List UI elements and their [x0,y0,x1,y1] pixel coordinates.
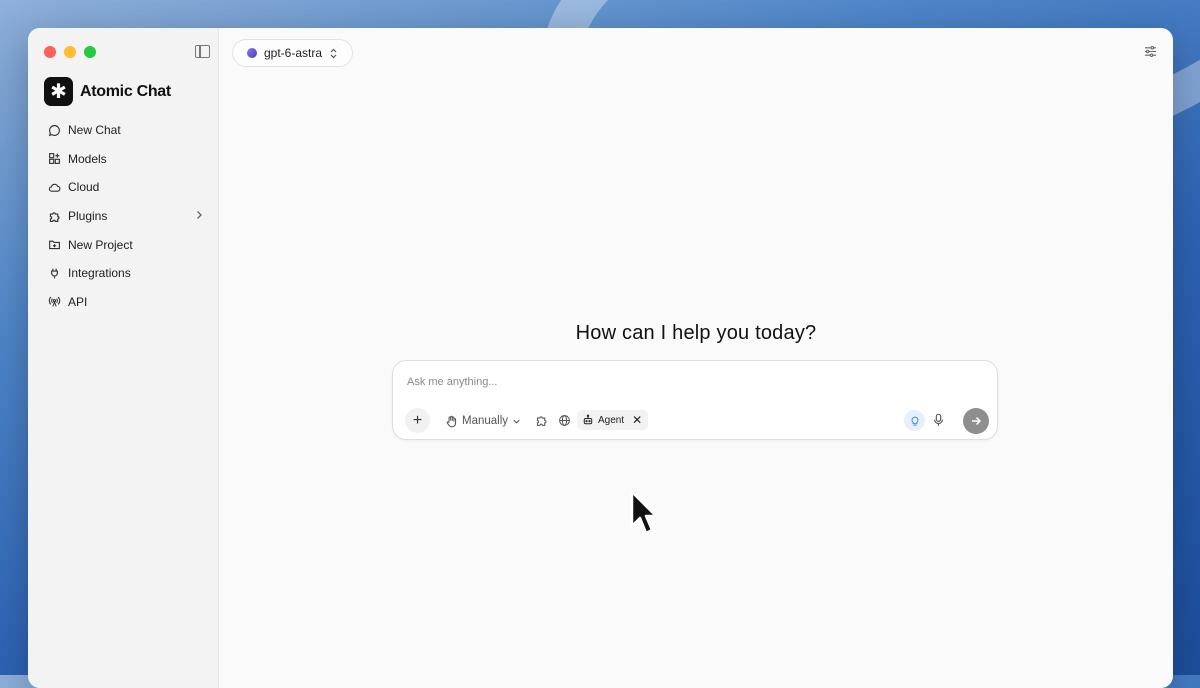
send-button[interactable] [963,408,989,434]
sidebar-item-label: API [68,294,88,309]
sidebar: ✱ Atomic Chat New Chat Models Cloud Plug… [28,28,219,688]
sidebar-nav: New Chat Models Cloud Plugins New Projec… [40,116,210,316]
composer-toolbar: + Manually Agent ✕ [405,408,989,434]
lightbulb-button[interactable] [904,410,925,431]
mouse-pointer-icon [630,490,658,535]
lightbulb-icon [910,416,919,426]
hand-icon [446,415,457,427]
sliders-icon[interactable] [1144,45,1157,58]
sidebar-item-models[interactable]: Models [40,145,210,174]
remove-agent-button[interactable]: ✕ [632,413,642,427]
sidebar-item-new-project[interactable]: New Project [40,230,210,259]
chat-input[interactable] [405,371,969,393]
puzzle-icon [49,211,60,222]
chevron-down-icon [513,419,520,424]
model-selector[interactable]: gpt-6-astra [232,39,354,67]
model-avatar-icon [247,48,257,58]
sidebar-item-label: New Chat [68,123,121,138]
minimize-window-button[interactable] [64,46,76,58]
broadcast-icon [48,297,61,307]
plug-icon [51,268,58,279]
agent-label: Agent [598,414,625,426]
asterisk-logo-icon: ✱ [44,77,73,106]
folder-plus-icon [49,240,60,250]
chat-bubble-icon [48,124,60,137]
sidebar-item-label: Integrations [68,266,131,281]
mode-label: Manually [462,415,509,427]
grid-plus-icon [49,153,60,165]
chevron-up-down-icon [330,48,337,58]
greeting-heading: How can I help you today? [575,322,817,344]
chevron-right-icon [197,210,202,219]
sidebar-item-label: Plugins [68,209,108,224]
app-name: Atomic Chat [80,82,171,100]
sidebar-item-label: Cloud [68,180,100,195]
sidebar-item-label: New Project [68,237,133,252]
chat-composer: + Manually Agent ✕ [392,360,998,440]
sidebar-item-label: Models [68,151,107,166]
robot-icon [583,414,593,425]
cloud-icon [48,183,61,192]
microphone-icon[interactable] [932,413,945,427]
puzzle-icon[interactable] [535,414,548,427]
close-window-button[interactable] [44,46,56,58]
mode-dropdown[interactable]: Manually [445,412,521,430]
app-window: ✱ Atomic Chat New Chat Models Cloud Plug… [28,28,1173,688]
sidebar-item-cloud[interactable]: Cloud [40,173,210,202]
window-controls [44,46,96,58]
model-name: gpt-6-astra [264,46,323,60]
arrow-right-icon [972,416,982,426]
sidebar-item-new-chat[interactable]: New Chat [40,116,210,145]
sidebar-item-plugins[interactable]: Plugins [40,202,210,231]
add-attachment-button[interactable]: + [405,408,430,433]
globe-icon[interactable] [558,414,571,427]
brand: ✱ Atomic Chat [44,77,171,106]
zoom-window-button[interactable] [84,46,96,58]
sidebar-toggle-icon[interactable] [195,45,210,58]
main-area: gpt-6-astra How can I help you today? + … [219,28,1173,688]
sidebar-item-api[interactable]: API [40,288,210,317]
sidebar-item-integrations[interactable]: Integrations [40,259,210,288]
agent-chip[interactable]: Agent ✕ [577,410,649,430]
